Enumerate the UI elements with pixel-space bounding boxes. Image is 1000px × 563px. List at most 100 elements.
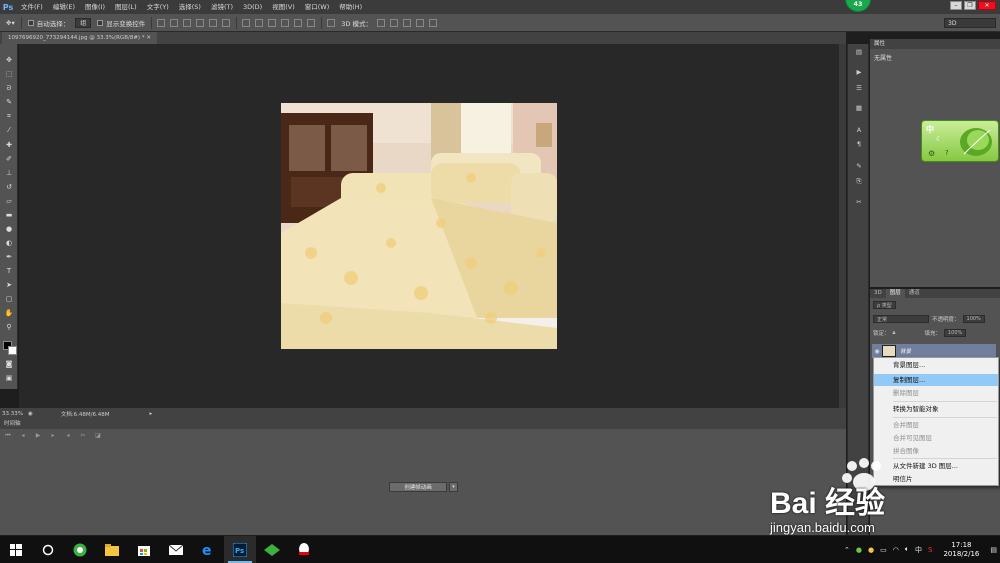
menu-file[interactable]: 文件(F) (16, 0, 48, 14)
prev-frame-icon[interactable]: ◂ (19, 433, 27, 439)
info-panel-icon[interactable]: ▦ (854, 104, 864, 112)
qq-button[interactable] (288, 536, 320, 563)
properties-panel-header[interactable]: 属性 (870, 39, 1000, 49)
menu-view[interactable]: 视图(V) (267, 0, 300, 14)
paragraph-panel-icon[interactable]: ¶ (854, 140, 864, 148)
quick-select-tool-icon[interactable]: ✎ (4, 98, 14, 107)
tray-app-icon[interactable]: ● (868, 546, 874, 554)
scale-3d-icon[interactable] (428, 18, 437, 27)
question-icon[interactable]: ? (945, 149, 949, 157)
align-right-icon[interactable] (222, 18, 231, 27)
eyedropper-tool-icon[interactable]: ⁄ (4, 126, 14, 135)
align-bottom-icon[interactable] (183, 18, 192, 27)
notification-center-icon[interactable]: ▤ (990, 546, 997, 554)
menu-window[interactable]: 窗口(W) (300, 0, 335, 14)
document-image[interactable] (281, 103, 557, 349)
scissors-icon[interactable]: ✂ (79, 433, 87, 439)
ime-toolbar[interactable]: 中 ☾ ⚙ ? (921, 120, 999, 162)
gear-icon[interactable]: ⚙ (928, 149, 935, 158)
path-select-tool-icon[interactable]: ➤ (4, 281, 14, 290)
shape-tool-icon[interactable]: ▢ (4, 295, 14, 304)
adjustments-panel-icon[interactable]: ☰ (854, 84, 864, 92)
battery-icon[interactable]: ▭ (880, 546, 887, 554)
distribute-left-icon[interactable] (281, 18, 290, 27)
clone-source-panel-icon[interactable]: ⎘ (854, 177, 864, 185)
drag-3d-icon[interactable] (402, 18, 411, 27)
auto-select-dropdown[interactable]: 组 (75, 17, 92, 28)
menu-item-background-layer[interactable]: 背景图层... (874, 359, 998, 371)
show-transform-checkbox[interactable]: 显示变换控件 (97, 18, 145, 28)
menu-type[interactable]: 文字(Y) (142, 0, 174, 14)
align-vcenter-icon[interactable] (170, 18, 179, 27)
brush-tool-icon[interactable]: ✐ (4, 155, 14, 164)
menu-edit[interactable]: 编辑(E) (48, 0, 80, 14)
menu-image[interactable]: 图像(I) (80, 0, 110, 14)
mail-button[interactable] (160, 536, 192, 563)
file-explorer-button[interactable] (96, 536, 128, 563)
tab-3d[interactable]: 3D (870, 289, 886, 298)
menu-filter[interactable]: 滤镜(T) (206, 0, 238, 14)
crop-tool-icon[interactable]: ⌗ (4, 112, 14, 121)
chevron-down-icon[interactable]: ▾ (449, 482, 458, 492)
lock-icon[interactable]: 🔒︎ (893, 330, 896, 337)
close-tab-icon[interactable]: ✕ (146, 35, 151, 41)
align-top-icon[interactable] (157, 18, 166, 27)
dodge-tool-icon[interactable]: ◐ (4, 239, 14, 248)
layer-filter-select[interactable]: ρ 类型 (873, 301, 896, 309)
minimize-button[interactable]: – (950, 1, 962, 10)
layer-row[interactable]: ◉ 背景 (872, 344, 996, 358)
chevron-up-icon[interactable]: ⌃ (844, 546, 850, 554)
distribute-right-icon[interactable] (307, 18, 316, 27)
store-button[interactable] (128, 536, 160, 563)
auto-align-icon[interactable] (327, 18, 336, 27)
distribute-bottom-icon[interactable] (268, 18, 277, 27)
first-frame-icon[interactable]: ⏮ (4, 433, 12, 439)
distribute-top-icon[interactable] (242, 18, 251, 27)
tab-channels[interactable]: 通道 (905, 289, 924, 298)
sogou-icon[interactable]: S (928, 546, 932, 554)
brush-panel-icon[interactable]: ✎ (854, 162, 864, 170)
edge-button[interactable]: e (192, 536, 224, 563)
history-brush-tool-icon[interactable]: ↺ (4, 183, 14, 192)
photoshop-button[interactable]: Ps (224, 536, 256, 563)
character-panel-icon[interactable]: A (854, 126, 864, 134)
quick-mask-icon[interactable]: ◙ (4, 360, 14, 369)
eraser-tool-icon[interactable]: ▱ (4, 197, 14, 206)
type-tool-icon[interactable]: T (4, 267, 14, 276)
menu-item-duplicate-layer[interactable]: 复制图层... (874, 374, 998, 386)
move-tool-icon[interactable]: ✥ (4, 56, 14, 65)
canvas-vertical-scrollbar[interactable] (839, 44, 846, 408)
screen-mode-icon[interactable]: ▣ (4, 374, 14, 383)
lasso-tool-icon[interactable]: ᘐ (4, 84, 14, 93)
move-tool-icon[interactable]: ✥▾ (6, 19, 15, 27)
close-button[interactable]: ✕ (978, 1, 996, 10)
marquee-tool-icon[interactable]: ⬚ (4, 70, 14, 79)
pen-tool-icon[interactable]: ✒ (4, 253, 14, 262)
auto-select-checkbox[interactable]: 自动选择： (27, 18, 69, 28)
canvas-area[interactable] (19, 44, 839, 408)
menu-layer[interactable]: 图层(L) (110, 0, 142, 14)
clone-stamp-tool-icon[interactable]: ⊥ (4, 169, 14, 178)
workspace-select[interactable]: 3D (944, 18, 996, 28)
roll-3d-icon[interactable] (389, 18, 398, 27)
browser-360-button[interactable] (64, 536, 96, 563)
moon-icon[interactable]: ☾ (936, 135, 942, 143)
ime-indicator[interactable]: 中 (915, 545, 922, 555)
status-menu-icon[interactable]: ◉ (28, 411, 33, 417)
status-arrow-icon[interactable]: ▸ (150, 411, 153, 417)
blend-mode-select[interactable]: 正常 (873, 315, 929, 323)
zoom-tool-icon[interactable]: ⚲ (4, 323, 14, 332)
next-frame-icon[interactable]: ▸ (49, 433, 57, 439)
green-app-button[interactable] (256, 536, 288, 563)
rotate-3d-icon[interactable] (376, 18, 385, 27)
document-tab[interactable]: 1097696920_773294144.jpg @ 33.3%(RGB/8#)… (2, 32, 157, 44)
restore-button[interactable]: ❐ (964, 1, 976, 10)
opacity-input[interactable]: 100% (962, 315, 985, 323)
healing-brush-tool-icon[interactable]: ✚ (4, 141, 14, 150)
wifi-icon[interactable]: ◠ (893, 546, 899, 554)
slide-3d-icon[interactable] (415, 18, 424, 27)
hand-tool-icon[interactable]: ✋ (4, 309, 14, 318)
fill-input[interactable]: 100% (943, 329, 967, 337)
audio-icon[interactable]: ◂ (64, 433, 72, 439)
history-panel-icon[interactable]: ▤ (854, 48, 864, 56)
